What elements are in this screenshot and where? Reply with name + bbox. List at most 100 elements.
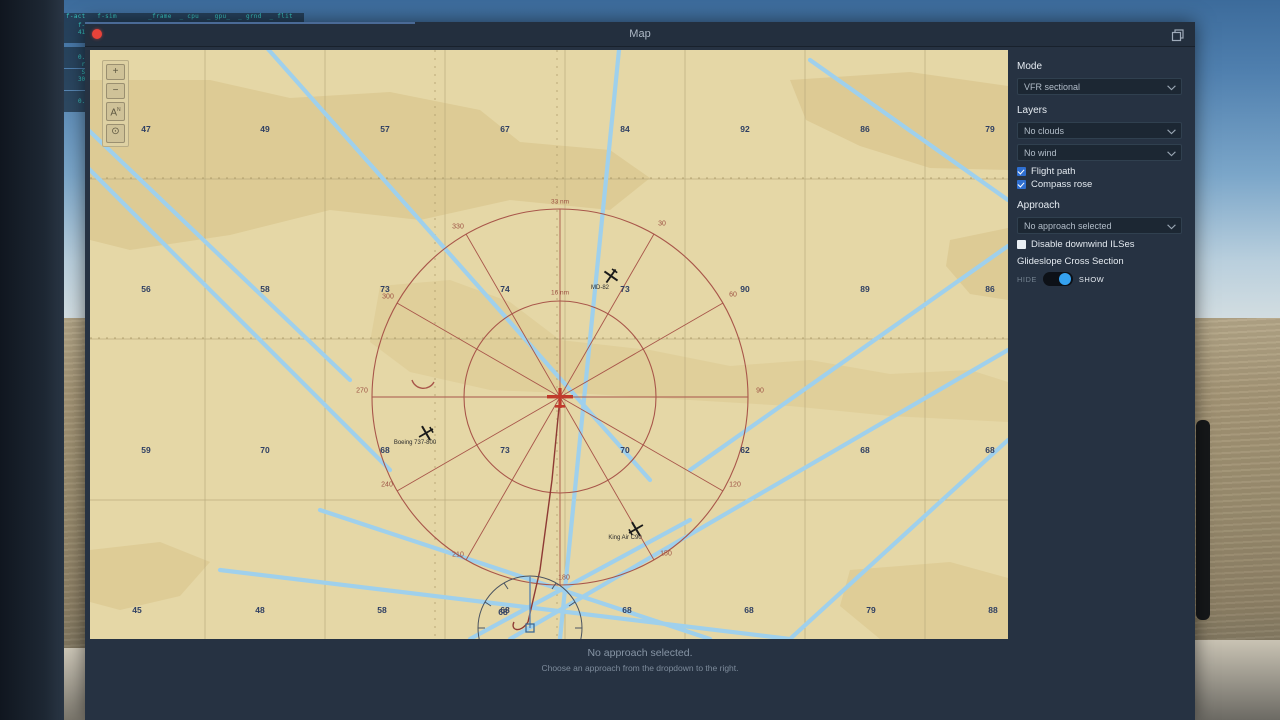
msa-value: 68	[622, 605, 632, 615]
rose-bearing-label: 60	[729, 291, 737, 299]
flight-path-checkbox-row[interactable]: Flight path	[1017, 166, 1182, 177]
msa-value: 56	[141, 284, 151, 294]
approach-message: No approach selected. Choose an approach…	[85, 647, 1195, 673]
msa-value: 79	[866, 605, 876, 615]
center-map-button[interactable]: ⊙	[106, 124, 125, 143]
aircraft-label: King Air C90	[608, 535, 642, 541]
msa-value: 45	[132, 605, 142, 615]
zoom-in-button[interactable]: +	[106, 64, 125, 80]
map-toolbar[interactable]: + − AN ⊙	[102, 60, 129, 147]
msa-value: 68	[380, 445, 390, 455]
msa-value: 74	[500, 284, 510, 294]
rose-bearing-label: 240	[381, 481, 393, 489]
zoom-out-button[interactable]: −	[106, 83, 125, 99]
recording-dot-icon	[92, 29, 102, 39]
chevron-down-icon	[1167, 222, 1176, 230]
rose-bearing-label: 180	[558, 574, 570, 582]
msa-value: 67	[500, 124, 510, 134]
titlebar-accent	[85, 22, 415, 24]
rose-bearing-label: 270	[356, 387, 368, 395]
chevron-down-icon	[1167, 127, 1176, 135]
disable-ilses-checkbox[interactable]	[1017, 240, 1026, 249]
msa-value: 73	[500, 445, 510, 455]
mode-section-title: Mode	[1017, 61, 1043, 72]
north-up-button[interactable]: AN	[106, 102, 125, 121]
msa-value: 47	[141, 124, 151, 134]
approach-dropdown-value: No approach selected	[1024, 221, 1112, 231]
chevron-down-icon	[1167, 83, 1176, 91]
clouds-dropdown-value: No clouds	[1024, 126, 1065, 136]
msa-value: 88	[988, 605, 998, 615]
glideslope-section-label: Glideslope Cross Section	[1017, 256, 1124, 267]
map-window: Map 47 49 57 67 84 92 86 79 56 58 73 74 …	[85, 22, 1195, 720]
aircraft-label: MD-82	[590, 285, 610, 291]
cockpit-sill-right	[1195, 640, 1280, 720]
settings-panel: Mode VFR sectional Layers No clouds No w…	[1009, 50, 1190, 639]
chart-vector-layer	[90, 50, 1008, 639]
msa-value: 68	[985, 445, 995, 455]
arc-symbol	[411, 379, 435, 389]
cockpit-frame-left	[0, 0, 64, 720]
cockpit-window-post	[1196, 420, 1210, 620]
compass-rose-checkbox-row[interactable]: Compass rose	[1017, 179, 1182, 190]
msa-value: 58	[377, 605, 387, 615]
msa-value: 73	[380, 284, 390, 294]
page-title: Map	[629, 28, 651, 40]
glideslope-toggle-row[interactable]: HIDE SHOW	[1017, 272, 1182, 286]
msa-value: 49	[260, 124, 270, 134]
msa-value: 92	[740, 124, 750, 134]
msa-value: 62	[740, 445, 750, 455]
rose-bearing-label: 330	[452, 223, 464, 231]
disable-ilses-label: Disable downwind ILSes	[1031, 239, 1135, 250]
disable-ilses-checkbox-row[interactable]: Disable downwind ILSes	[1017, 239, 1182, 250]
approach-dropdown[interactable]: No approach selected	[1017, 217, 1182, 234]
outer-ring-label: 33 nm	[550, 198, 570, 206]
msa-value: 48	[255, 605, 265, 615]
mode-dropdown[interactable]: VFR sectional	[1017, 78, 1182, 95]
approach-message-primary: No approach selected.	[587, 647, 693, 659]
msa-value: 59	[141, 445, 151, 455]
glideslope-toggle[interactable]	[1042, 272, 1073, 286]
msa-value: 58	[260, 284, 270, 294]
msa-value: 70	[260, 445, 270, 455]
aircraft-label: Boeing 737-800	[393, 440, 437, 446]
north-up-superscript: N	[117, 107, 121, 113]
rose-bearing-label: 120	[729, 481, 741, 489]
msa-value: 89	[860, 284, 870, 294]
north-up-label: A	[110, 107, 118, 119]
approach-section-title: Approach	[1017, 200, 1060, 211]
msa-value: 86	[985, 284, 995, 294]
wind-dropdown-value: No wind	[1024, 148, 1057, 158]
wind-heading-label: 68	[498, 607, 508, 617]
toggle-knob	[1058, 273, 1071, 285]
approach-message-secondary: Choose an approach from the dropdown to …	[541, 663, 739, 673]
flight-path-label: Flight path	[1031, 166, 1076, 177]
toggle-hide-label: HIDE	[1017, 274, 1037, 284]
msa-value: 57	[380, 124, 390, 134]
window-titlebar[interactable]: Map	[85, 22, 1195, 47]
rose-bearing-label: 150	[660, 550, 672, 558]
msa-value: 70	[620, 445, 630, 455]
clouds-dropdown[interactable]: No clouds	[1017, 122, 1182, 139]
msa-value: 68	[860, 445, 870, 455]
msa-value: 79	[985, 124, 995, 134]
wind-dropdown[interactable]: No wind	[1017, 144, 1182, 161]
chevron-down-icon	[1167, 149, 1176, 157]
sectional-chart[interactable]: 47 49 57 67 84 92 86 79 56 58 73 74 73 9…	[90, 50, 1008, 639]
inner-ring-label: 16 nm	[550, 289, 570, 297]
msa-value: 84	[620, 124, 630, 134]
map-body: 47 49 57 67 84 92 86 79 56 58 73 74 73 9…	[85, 47, 1195, 720]
toggle-show-label: SHOW	[1078, 274, 1105, 284]
compass-rose-label: Compass rose	[1031, 179, 1093, 190]
rose-bearing-label: 300	[382, 293, 394, 301]
flight-path-checkbox[interactable]	[1017, 167, 1026, 176]
restore-window-icon[interactable]	[1170, 27, 1186, 43]
mode-dropdown-value: VFR sectional	[1024, 82, 1081, 92]
layers-section-title: Layers	[1017, 105, 1048, 116]
landmass-shapes	[90, 72, 1008, 639]
compass-rose-checkbox[interactable]	[1017, 180, 1026, 189]
rose-bearing-label: 90	[756, 387, 764, 395]
msa-value: 90	[740, 284, 750, 294]
msa-value: 68	[744, 605, 754, 615]
msa-value: 86	[860, 124, 870, 134]
